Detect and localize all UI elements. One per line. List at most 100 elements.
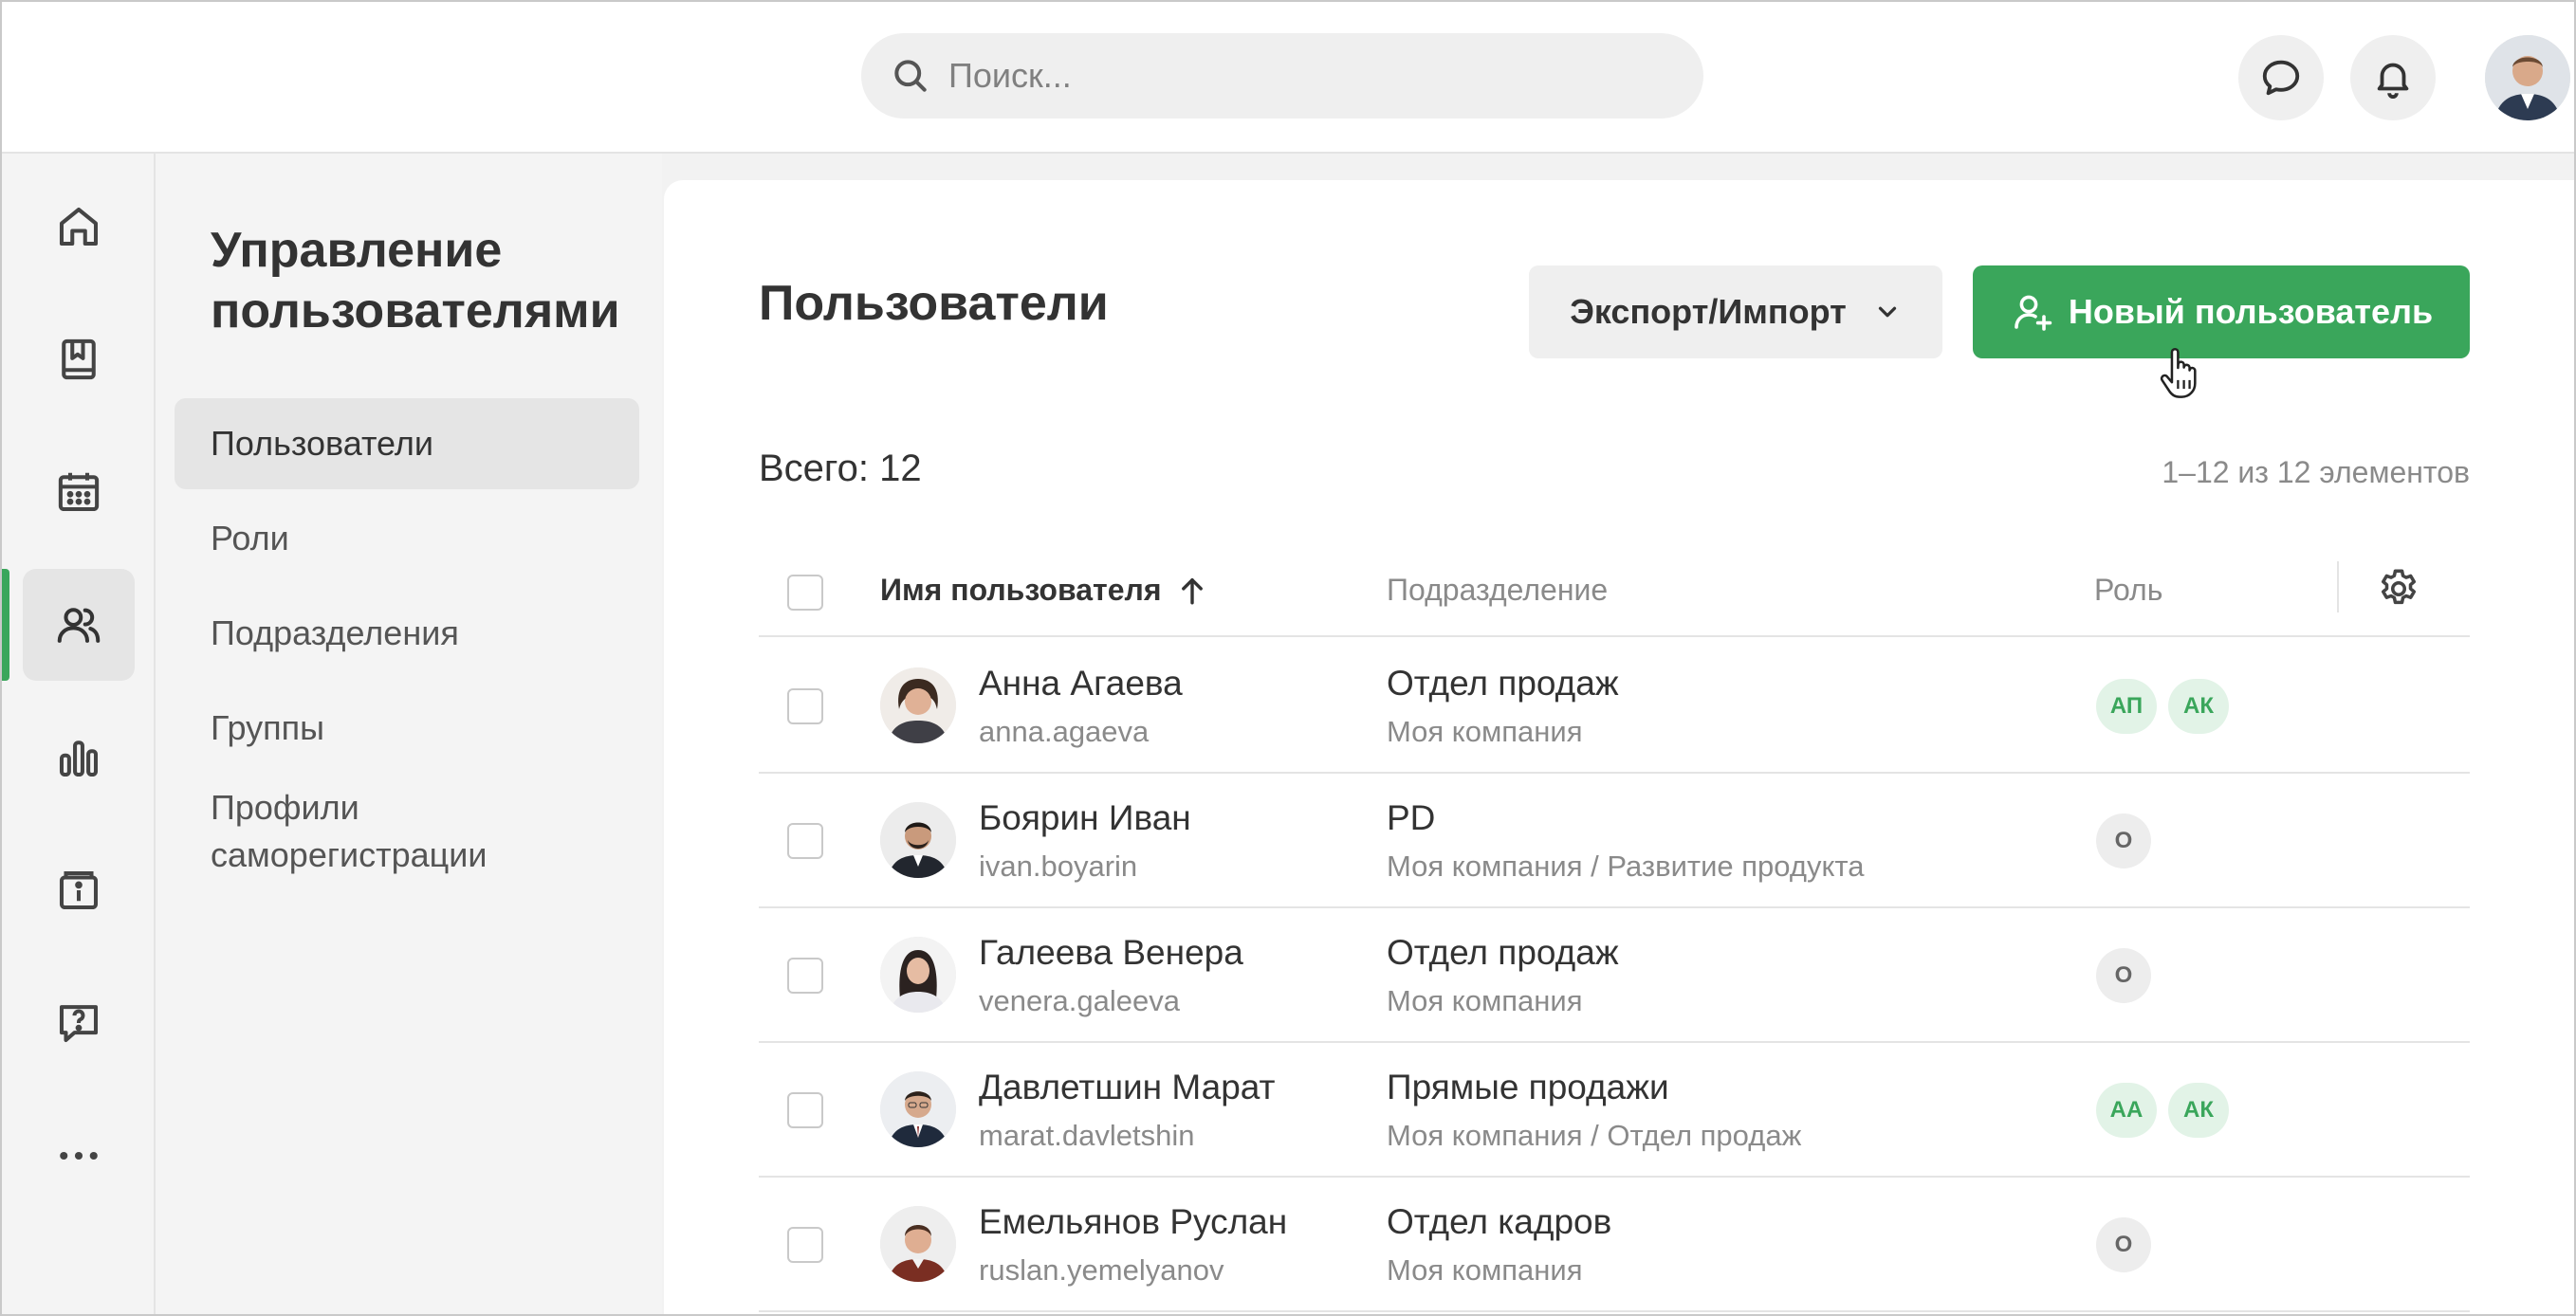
department-path: Моя компания / Отдел продаж	[1387, 1119, 1802, 1152]
role-badge[interactable]: АК	[2168, 1083, 2229, 1138]
user-name[interactable]: Боярин Иван	[979, 798, 1191, 838]
add-user-icon	[2015, 295, 2052, 331]
user-login: ruslan.yemelyanov	[979, 1253, 1224, 1287]
search-icon	[894, 60, 927, 92]
department-name: Отдел кадров	[1387, 1202, 1612, 1241]
info-box-icon	[59, 870, 99, 910]
search-input[interactable]	[948, 56, 1669, 96]
avatar	[880, 1206, 956, 1282]
more-icon	[60, 1151, 98, 1161]
user-avatar-image	[2485, 35, 2570, 120]
home-icon	[59, 207, 99, 247]
rail-item-users[interactable]	[23, 569, 135, 681]
rail-item-more[interactable]	[23, 1100, 135, 1212]
rail-item-analytics[interactable]	[23, 702, 135, 813]
user-login: venera.galeeva	[979, 984, 1180, 1017]
avatar-image	[880, 1071, 956, 1147]
rail-item-calendar[interactable]	[23, 436, 135, 548]
avatar-image	[880, 937, 956, 1013]
subnav-item-users[interactable]: Пользователи	[175, 398, 639, 489]
bell-icon	[2377, 63, 2409, 100]
book-icon	[62, 338, 96, 380]
subnav-item-departments[interactable]: Подразделения	[175, 588, 639, 679]
avatar-image	[880, 802, 956, 878]
hand-cursor-icon	[2160, 347, 2197, 398]
avatar	[880, 667, 956, 743]
search-box[interactable]	[861, 33, 1703, 119]
rail-item-help[interactable]	[23, 967, 135, 1079]
sort-up-icon	[1182, 577, 1204, 604]
role-badge[interactable]: О	[2096, 1217, 2151, 1272]
rail-item-home[interactable]	[23, 171, 135, 283]
chart-icon	[59, 740, 99, 777]
role-badge[interactable]: АА	[2096, 1083, 2157, 1138]
export-import-button[interactable]: Экспорт/Импорт	[1529, 265, 1942, 358]
role-badges: О	[2096, 813, 2151, 868]
department-name: Прямые продажи	[1387, 1068, 1669, 1106]
role-badges: АП АК	[2096, 679, 2229, 734]
role-badges: О	[2096, 948, 2151, 1003]
column-header-department[interactable]: Подразделение	[1387, 573, 1608, 608]
column-header-role[interactable]: Роль	[2094, 573, 2162, 608]
avatar-image	[880, 1206, 956, 1282]
pagination-info: 1–12 из 12 элементов	[2162, 455, 2470, 489]
rail-active-indicator	[2, 569, 9, 681]
table-row[interactable]: Давлетшин Марат marat.davletshin Прямые …	[759, 1043, 2470, 1178]
user-login: marat.davletshin	[979, 1119, 1195, 1152]
table-row[interactable]: Боярин Иван ivan.boyarin PD Моя компания…	[759, 774, 2470, 908]
row-checkbox[interactable]	[787, 1227, 823, 1263]
icon-rail	[2, 154, 156, 1314]
subnav-item-groups[interactable]: Группы	[175, 683, 639, 774]
user-login: ivan.boyarin	[979, 850, 1138, 883]
role-badge[interactable]: АК	[2168, 679, 2229, 734]
user-avatar[interactable]	[2485, 35, 2570, 120]
page-title: Пользователи	[759, 276, 1109, 331]
table-row[interactable]: Емельянов Руслан ruslan.yemelyanov Отдел…	[759, 1178, 2470, 1312]
user-name[interactable]: Галеева Венера	[979, 933, 1243, 973]
table-row[interactable]: Анна Агаева anna.agaeva Отдел продаж Моя…	[759, 639, 2470, 774]
select-all-checkbox[interactable]	[787, 575, 823, 611]
subnav-item-self-registration[interactable]: Профили саморегистрации	[175, 779, 620, 884]
row-checkbox[interactable]	[787, 688, 823, 724]
role-badge[interactable]: АП	[2096, 679, 2157, 734]
subnav-item-roles[interactable]: Роли	[175, 493, 639, 584]
chat-button[interactable]	[2238, 35, 2324, 120]
avatar-image	[880, 667, 956, 743]
user-name[interactable]: Емельянов Руслан	[979, 1202, 1287, 1242]
table-header: Имя пользователя Подразделение Роль	[759, 550, 2470, 637]
department-name: Отдел продаж	[1387, 933, 1619, 972]
department-path: Моя компания	[1387, 1253, 1583, 1287]
gear-icon[interactable]	[2375, 565, 2422, 612]
column-header-name[interactable]: Имя пользователя	[880, 573, 1206, 608]
avatar	[880, 802, 956, 878]
role-badges: О	[2096, 1217, 2151, 1272]
role-badge[interactable]: О	[2096, 813, 2151, 868]
department-path: Моя компания	[1387, 715, 1583, 748]
role-badges: АА АК	[2096, 1083, 2229, 1138]
help-icon	[59, 1005, 99, 1043]
export-import-label: Экспорт/Импорт	[1570, 292, 1847, 331]
row-checkbox[interactable]	[787, 958, 823, 994]
department-path: Моя компания	[1387, 984, 1583, 1017]
rail-item-info[interactable]	[23, 834, 135, 946]
row-checkbox[interactable]	[787, 823, 823, 859]
section-title: Управление пользователями	[211, 223, 620, 338]
users-icon	[57, 608, 101, 643]
app-window: Управление пользователями Пользователи Р…	[0, 0, 2576, 1316]
department-name: Отдел продаж	[1387, 664, 1619, 703]
user-name[interactable]: Давлетшин Марат	[979, 1068, 1276, 1107]
table-row[interactable]: Галеева Венера venera.galeeva Отдел прод…	[759, 908, 2470, 1043]
role-badge[interactable]: О	[2096, 948, 2151, 1003]
section-nav: Управление пользователями Пользователи Р…	[156, 154, 662, 1314]
user-name[interactable]: Анна Агаева	[979, 664, 1183, 704]
notifications-button[interactable]	[2350, 35, 2436, 120]
new-user-label: Новый пользователь	[2068, 292, 2434, 331]
new-user-button[interactable]: Новый пользователь	[1973, 265, 2470, 358]
avatar	[880, 937, 956, 1013]
column-divider	[2337, 561, 2339, 612]
calendar-icon	[58, 472, 100, 512]
row-checkbox[interactable]	[787, 1092, 823, 1128]
department-path: Моя компания / Развитие продукта	[1387, 850, 1865, 883]
chevron-down-icon	[1878, 306, 1896, 318]
rail-item-knowledge[interactable]	[23, 303, 135, 415]
